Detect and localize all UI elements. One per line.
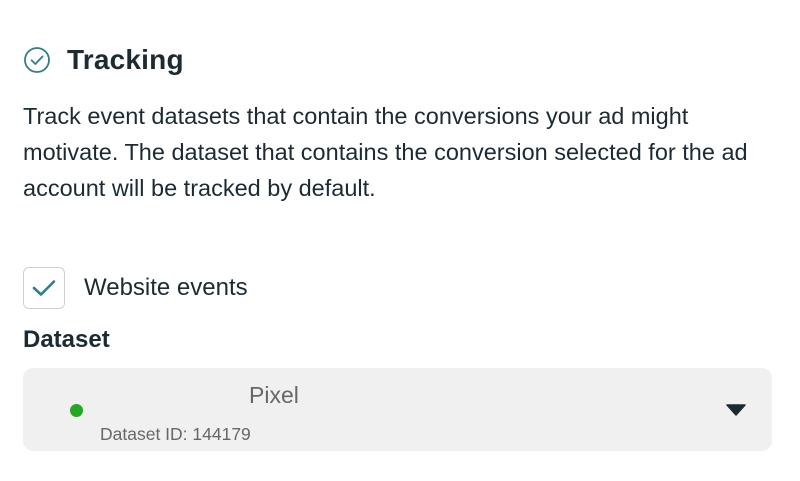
- status-dot: [70, 404, 83, 417]
- check-circle-icon: [23, 46, 51, 74]
- tracking-header: Tracking: [23, 44, 184, 76]
- checkmark-icon: [32, 280, 56, 296]
- website-events-label: Website events: [84, 274, 248, 301]
- website-events-checkbox[interactable]: [23, 267, 65, 309]
- tracking-panel: Tracking Track event datasets that conta…: [0, 0, 800, 481]
- website-events-option[interactable]: Website events: [23, 267, 248, 309]
- dataset-name: Pixel: [249, 382, 299, 408]
- dataset-label: Dataset: [23, 326, 110, 353]
- section-description: Track event datasets that contain the co…: [23, 103, 748, 201]
- section-title: Tracking: [67, 44, 184, 75]
- dataset-id: Dataset ID: 144179: [100, 424, 251, 444]
- caret-down-icon[interactable]: [726, 404, 746, 416]
- dataset-select[interactable]: Pixel Dataset ID: 144179: [23, 368, 772, 451]
